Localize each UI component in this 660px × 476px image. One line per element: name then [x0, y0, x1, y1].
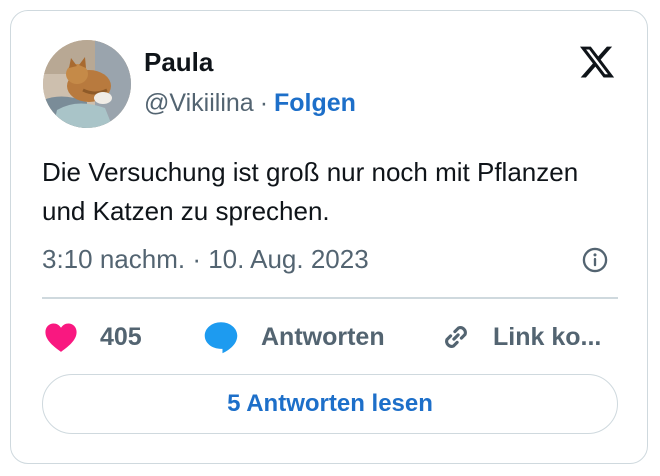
- follow-button[interactable]: Folgen: [274, 89, 356, 117]
- author-handle-row: @Vikiilina · Folgen: [144, 91, 356, 116]
- author-handle[interactable]: @Vikiilina: [144, 89, 254, 117]
- link-icon: [445, 326, 467, 348]
- copy-link-button[interactable]: Link ko...: [439, 317, 601, 357]
- reply-label: Antworten: [261, 322, 385, 351]
- author-name[interactable]: Paula: [144, 49, 213, 75]
- info-icon[interactable]: [581, 246, 609, 274]
- separator-dot: ·: [259, 89, 269, 117]
- speech-bubble-icon: [204, 322, 238, 354]
- tweet-timestamp[interactable]: 3:10 nachm. · 10. Aug. 2023: [42, 243, 369, 275]
- like-button[interactable]: 405: [44, 317, 142, 357]
- x-logo-icon[interactable]: [577, 43, 617, 81]
- read-replies-button[interactable]: 5 Antworten lesen: [42, 374, 618, 434]
- avatar[interactable]: [43, 40, 131, 128]
- tweet-text: Die Versuchung ist groß nur noch mit Pfl…: [42, 157, 579, 226]
- reply-button[interactable]: Antworten: [203, 317, 385, 357]
- divider: [42, 297, 618, 299]
- avatar-image: [43, 40, 131, 128]
- heart-icon: [45, 323, 77, 352]
- copy-link-label: Link ko...: [493, 322, 602, 351]
- tweet-card: Paula @Vikiilina · Folgen Die Versuchung i…: [10, 10, 648, 464]
- like-count: 405: [100, 322, 142, 351]
